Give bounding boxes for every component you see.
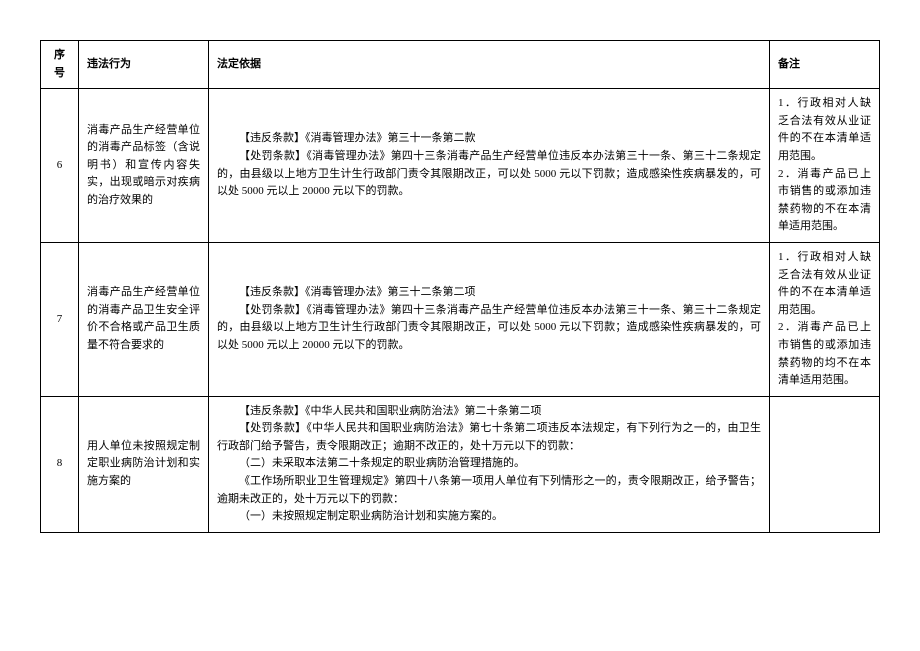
header-note: 备注 bbox=[770, 41, 880, 89]
basis-line: 【违反条款】《消毒管理办法》第三十二条第二项 bbox=[217, 284, 761, 302]
basis-line: 【处罚条款】《消毒管理办法》第四十三条消毒产品生产经营单位违反本办法第三十一条、… bbox=[217, 148, 761, 201]
cell-basis: 【违反条款】《中华人民共和国职业病防治法》第二十条第二项 【处罚条款】《中华人民… bbox=[209, 396, 770, 532]
cell-basis: 【违反条款】《消毒管理办法》第三十一条第二款 【处罚条款】《消毒管理办法》第四十… bbox=[209, 89, 770, 243]
cell-basis: 【违反条款】《消毒管理办法》第三十二条第二项 【处罚条款】《消毒管理办法》第四十… bbox=[209, 242, 770, 396]
cell-action: 用人单位未按照规定制定职业病防治计划和实施方案的 bbox=[79, 396, 209, 532]
note-item: 1．行政相对人缺乏合法有效从业证件的不在本清单适用范围。 bbox=[778, 95, 871, 165]
cell-note: 1．行政相对人缺乏合法有效从业证件的不在本清单适用范围。 2．消毒产品已上市销售… bbox=[770, 89, 880, 243]
basis-line: 【违反条款】《中华人民共和国职业病防治法》第二十条第二项 bbox=[217, 403, 761, 421]
note-item: 2．消毒产品已上市销售的或添加违禁药物的均不在本清单适用范围。 bbox=[778, 319, 871, 389]
header-basis: 法定依据 bbox=[209, 41, 770, 89]
cell-action: 消毒产品生产经营单位的消毒产品标签（含说明书）和宣传内容失实，出现或暗示对疾病的… bbox=[79, 89, 209, 243]
cell-note bbox=[770, 396, 880, 532]
basis-line: （一）未按照规定制定职业病防治计划和实施方案的。 bbox=[217, 508, 761, 526]
basis-line: 【处罚条款】《消毒管理办法》第四十三条消毒产品生产经营单位违反本办法第三十一条、… bbox=[217, 302, 761, 355]
cell-num: 6 bbox=[41, 89, 79, 243]
header-action: 违法行为 bbox=[79, 41, 209, 89]
table-row: 6 消毒产品生产经营单位的消毒产品标签（含说明书）和宣传内容失实，出现或暗示对疾… bbox=[41, 89, 880, 243]
cell-action: 消毒产品生产经营单位的消毒产品卫生安全评价不合格或产品卫生质量不符合要求的 bbox=[79, 242, 209, 396]
header-row: 序号 违法行为 法定依据 备注 bbox=[41, 41, 880, 89]
basis-line: 【处罚条款】《中华人民共和国职业病防治法》第七十条第二项违反本法规定，有下列行为… bbox=[217, 420, 761, 455]
table-row: 7 消毒产品生产经营单位的消毒产品卫生安全评价不合格或产品卫生质量不符合要求的 … bbox=[41, 242, 880, 396]
cell-num: 7 bbox=[41, 242, 79, 396]
table-row: 8 用人单位未按照规定制定职业病防治计划和实施方案的 【违反条款】《中华人民共和… bbox=[41, 396, 880, 532]
basis-line: 【违反条款】《消毒管理办法》第三十一条第二款 bbox=[217, 130, 761, 148]
cell-note: 1．行政相对人缺乏合法有效从业证件的不在本清单适用范围。 2．消毒产品已上市销售… bbox=[770, 242, 880, 396]
note-item: 1．行政相对人缺乏合法有效从业证件的不在本清单适用范围。 bbox=[778, 249, 871, 319]
note-item: 2．消毒产品已上市销售的或添加违禁药物的不在本清单适用范围。 bbox=[778, 166, 871, 236]
regulation-table: 序号 违法行为 法定依据 备注 6 消毒产品生产经营单位的消毒产品标签（含说明书… bbox=[40, 40, 880, 533]
cell-num: 8 bbox=[41, 396, 79, 532]
basis-line: 《工作场所职业卫生管理规定》第四十八条第一项用人单位有下列情形之一的，责令限期改… bbox=[217, 473, 761, 508]
basis-line: （二）未采取本法第二十条规定的职业病防治管理措施的。 bbox=[217, 455, 761, 473]
header-num: 序号 bbox=[41, 41, 79, 89]
